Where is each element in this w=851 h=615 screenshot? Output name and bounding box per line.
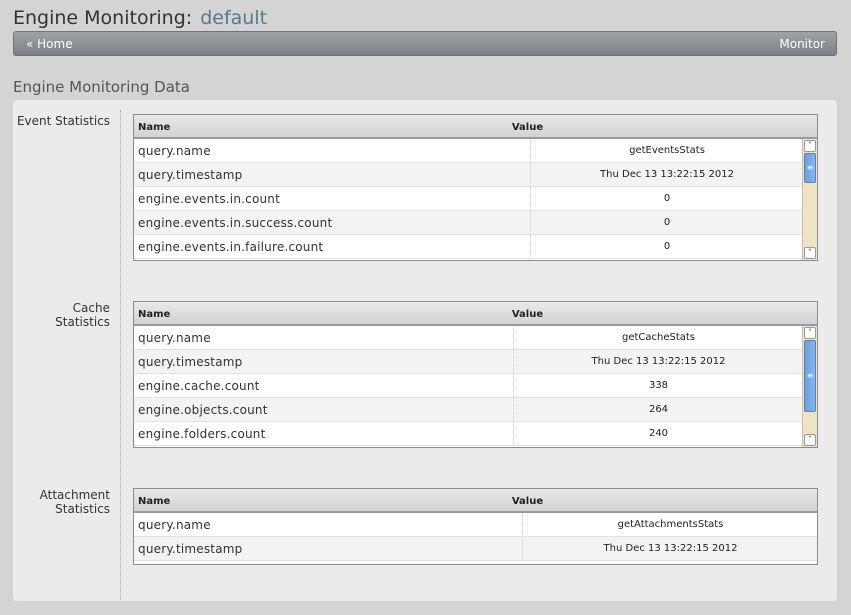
cell-value: 264 [513, 398, 803, 421]
cell-value: Thu Dec 13 13:22:15 2012 [513, 350, 803, 373]
table-row[interactable]: engine.folders.count 240 [134, 422, 802, 446]
page-subtitle: default [200, 7, 268, 29]
table-row[interactable]: engine.events.in.count 0 [134, 187, 802, 211]
cell-value: getEventsStats [530, 139, 803, 162]
table-row[interactable]: query.timestamp Thu Dec 13 13:22:15 2012 [134, 350, 802, 374]
grid-body: query.name getCacheStats query.timestamp Th… [134, 326, 817, 446]
column-header-value[interactable]: Value [512, 496, 543, 507]
cache-statistics-grid: Name Value query.name getCacheStats query.ti… [133, 301, 818, 448]
cell-value: 338 [513, 374, 803, 397]
scrollbar-thumb-grip-icon[interactable]: ≡ [804, 153, 816, 183]
scrollbar-thumb-grip-icon[interactable]: ≡ [804, 340, 816, 412]
cell-value: 240 [513, 422, 803, 445]
table-row[interactable]: engine.cache.count 338 [134, 374, 802, 398]
page-title-text: Engine Monitoring: [13, 7, 193, 29]
label-divider [120, 110, 121, 600]
cell-name: engine.events.in.failure.count [138, 240, 324, 254]
chevron-down-icon[interactable]: ˅ [804, 434, 816, 446]
cache-statistics-label: Cache Statistics [10, 301, 110, 329]
column-header-name[interactable]: Name [138, 309, 170, 320]
chevron-up-icon[interactable]: ˄ [804, 327, 816, 339]
cell-value: Thu Dec 13 13:22:15 2012 [522, 537, 817, 560]
cache-statistics-label-line1: Cache [72, 301, 110, 315]
cell-name: engine.folders.count [138, 427, 266, 441]
table-row[interactable]: engine.objects.count 264 [134, 398, 802, 422]
cell-name: engine.events.in.success.count [138, 216, 333, 230]
cell-name: query.name [138, 144, 211, 158]
cell-name: engine.events.in.count [138, 192, 280, 206]
column-header-value[interactable]: Value [512, 122, 543, 133]
table-row[interactable]: engine.events.in.success.count 0 [134, 211, 802, 235]
attachment-statistics-label: Attachment Statistics [10, 488, 110, 516]
cell-name: engine.cache.count [138, 379, 260, 393]
chevron-up-icon[interactable]: ˄ [804, 140, 816, 152]
grid-header: Name Value [134, 302, 817, 326]
cell-name: query.timestamp [138, 168, 243, 182]
table-row[interactable]: query.timestamp Thu Dec 13 13:22:15 2012 [134, 537, 817, 561]
column-header-value[interactable]: Value [512, 309, 543, 320]
cell-value: Thu Dec 13 13:22:15 2012 [530, 163, 803, 186]
cell-name: engine.objects.count [138, 403, 268, 417]
event-statistics-label-line1: Event Statistics [16, 114, 110, 128]
monitor-link[interactable]: Monitor [779, 37, 825, 51]
column-header-name[interactable]: Name [138, 122, 170, 133]
grid-header: Name Value [134, 115, 817, 139]
grid-header: Name Value [134, 489, 817, 513]
cache-statistics-label-line2: Statistics [55, 315, 110, 329]
attachment-statistics-grid: Name Value query.name getAttachmentsStats qu… [133, 488, 818, 565]
event-statistics-grid: Name Value query.name getEventsStats query.t… [133, 114, 818, 261]
table-row[interactable]: query.name getEventsStats [134, 139, 802, 163]
cell-value: 0 [530, 211, 803, 234]
cell-value: 0 [530, 187, 803, 210]
cell-value: getCacheStats [513, 326, 803, 349]
table-row[interactable]: query.name getCacheStats [134, 326, 802, 350]
grid-body: query.name getAttachmentsStats query.times… [134, 513, 817, 561]
nav-bar: « Home Monitor [13, 31, 837, 56]
cell-value: getAttachmentsStats [522, 513, 817, 536]
attachment-statistics-label-line2: Statistics [55, 502, 110, 516]
cell-name: query.name [138, 331, 211, 345]
chevron-down-icon[interactable]: ˅ [804, 247, 816, 259]
event-statistics-label: Event Statistics [10, 114, 110, 128]
cell-name: query.name [138, 518, 211, 532]
table-row[interactable]: query.timestamp Thu Dec 13 13:22:15 2012 [134, 163, 802, 187]
vertical-scrollbar[interactable]: ˄ ≡ ˅ [802, 326, 817, 447]
attachment-statistics-label-line1: Attachment [39, 488, 110, 502]
page-title: Engine Monitoring: default [13, 7, 267, 29]
section-title: Engine Monitoring Data [13, 78, 190, 96]
cell-value: 0 [530, 235, 803, 258]
vertical-scrollbar[interactable]: ˄ ≡ ˅ [802, 139, 817, 260]
cell-name: query.timestamp [138, 542, 243, 556]
column-header-name[interactable]: Name [138, 496, 170, 507]
home-link[interactable]: « Home [26, 37, 73, 51]
table-row[interactable]: engine.events.in.failure.count 0 [134, 235, 802, 259]
cell-name: query.timestamp [138, 355, 243, 369]
table-row[interactable]: query.name getAttachmentsStats [134, 513, 817, 537]
grid-body: query.name getEventsStats query.timestamp T… [134, 139, 817, 259]
